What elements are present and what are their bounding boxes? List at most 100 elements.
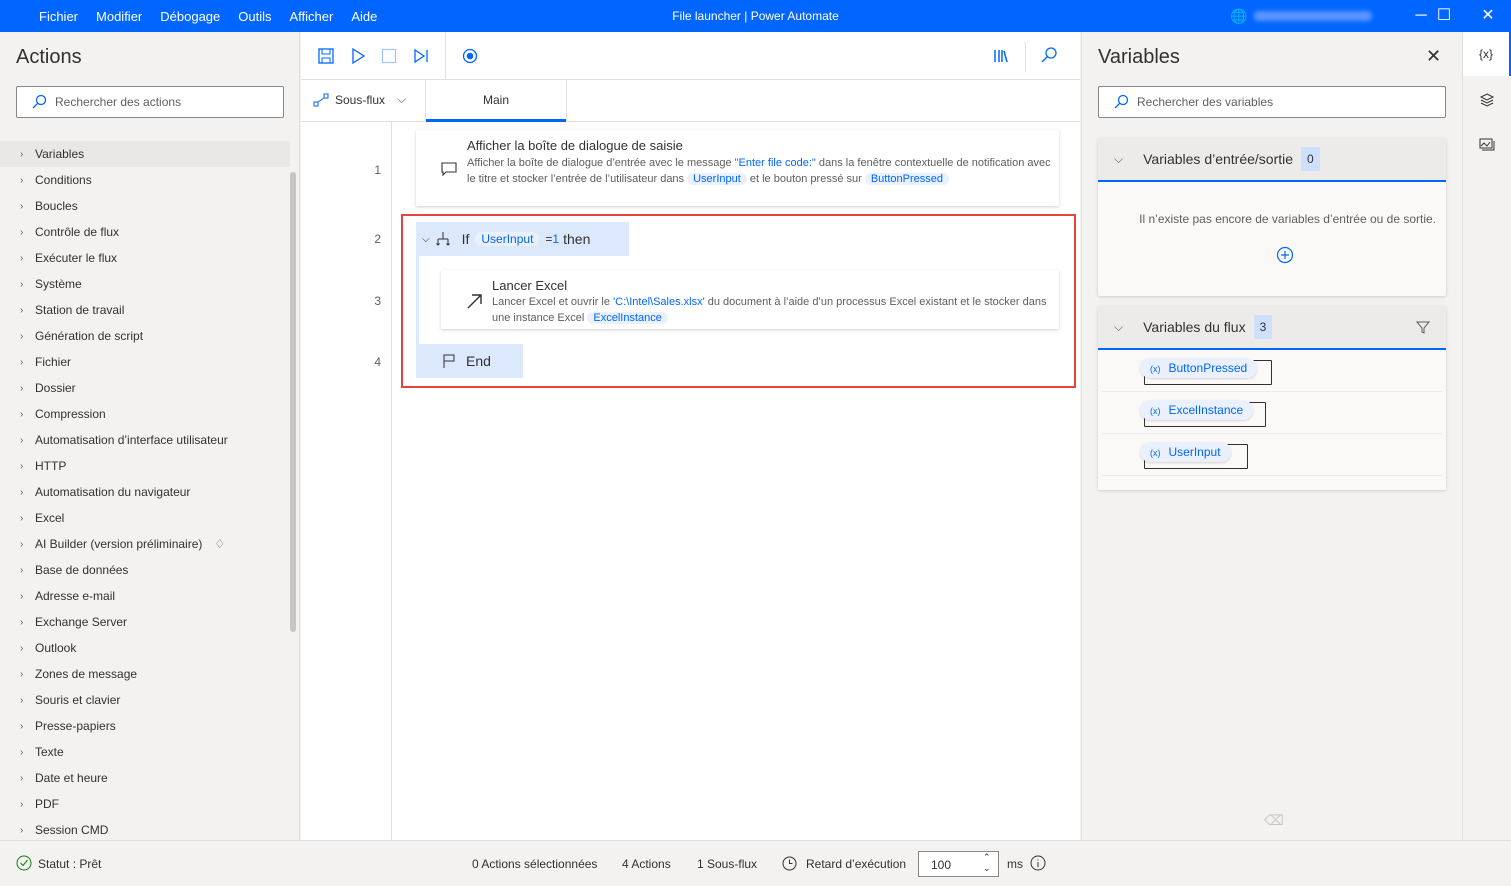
action-category[interactable]: › Exécuter le flux bbox=[0, 245, 290, 271]
action-step-if[interactable]: ⌵ If UserInput = 1 then bbox=[416, 222, 629, 256]
menu-outils[interactable]: Outils bbox=[229, 9, 280, 24]
action-category[interactable]: › Station de travail bbox=[0, 297, 290, 323]
filter-icon[interactable] bbox=[1416, 320, 1430, 334]
action-category[interactable]: › Date et heure bbox=[0, 765, 290, 791]
subflows-dropdown[interactable]: Sous-flux ⌵ bbox=[313, 92, 406, 107]
maximize-button[interactable]: ☐ bbox=[1421, 0, 1467, 32]
menu-aide[interactable]: Aide bbox=[342, 9, 386, 24]
chevron-right-icon: › bbox=[20, 486, 24, 498]
action-category[interactable]: › Automatisation du navigateur bbox=[0, 479, 290, 505]
tab-main[interactable]: Main bbox=[426, 80, 566, 122]
add-variable-icon[interactable] bbox=[1276, 246, 1294, 264]
variable-row[interactable]: (x) UserInput bbox=[1102, 434, 1442, 476]
action-category[interactable]: › HTTP bbox=[0, 453, 290, 479]
eraser-icon[interactable]: ⌫ bbox=[1264, 812, 1284, 829]
line-number: 3 bbox=[374, 294, 381, 308]
action-category[interactable]: › Outlook bbox=[0, 635, 290, 661]
line-number: 4 bbox=[374, 355, 381, 369]
flow-variables-header[interactable]: ⌵ Variables du flux 3 bbox=[1098, 306, 1446, 350]
action-category[interactable]: › Presse-papiers bbox=[0, 713, 290, 739]
action-category-label: HTTP bbox=[35, 459, 67, 473]
action-step-display-input-dialog[interactable]: Afficher la boîte de dialogue de saisie … bbox=[416, 130, 1059, 206]
run-next-icon[interactable] bbox=[411, 46, 431, 66]
action-category-label: Dossier bbox=[35, 381, 76, 395]
stepper-down-icon[interactable]: ⌄ bbox=[983, 863, 991, 874]
stepper-up-icon[interactable]: ⌃ bbox=[983, 852, 991, 863]
action-category[interactable]: › Base de données bbox=[0, 557, 290, 583]
menu-fichier[interactable]: Fichier bbox=[30, 9, 87, 24]
ui-elements-layers-icon[interactable] bbox=[1479, 92, 1495, 108]
action-category[interactable]: › PDF bbox=[0, 791, 290, 817]
chevron-down-icon[interactable]: ⌵ bbox=[1114, 152, 1123, 167]
action-category[interactable]: › Boucles bbox=[0, 193, 290, 219]
variable-icon: (x) bbox=[1150, 364, 1161, 374]
action-step-end[interactable]: End bbox=[416, 344, 523, 378]
status-text: Statut : Prêt bbox=[38, 857, 102, 871]
info-icon[interactable] bbox=[1030, 855, 1046, 871]
action-category[interactable]: › Excel bbox=[0, 505, 290, 531]
collapse-chevron-icon[interactable]: ⌵ bbox=[422, 234, 430, 245]
save-icon[interactable] bbox=[316, 46, 336, 66]
globe-icon: 🌐 bbox=[1230, 8, 1248, 24]
chevron-right-icon: › bbox=[20, 200, 24, 212]
literal-value: "Enter file code:" bbox=[734, 157, 816, 169]
variable-token[interactable]: ExcelInstance bbox=[587, 312, 668, 324]
assets-library-icon[interactable] bbox=[991, 46, 1011, 66]
line-number: 1 bbox=[374, 163, 381, 177]
chevron-right-icon: › bbox=[20, 304, 24, 316]
action-category[interactable]: › Souris et clavier bbox=[0, 687, 290, 713]
actions-panel: Actions Rechercher des actions › Variable… bbox=[0, 32, 300, 840]
action-category[interactable]: › Variables bbox=[0, 141, 290, 167]
run-icon[interactable] bbox=[348, 46, 368, 66]
step-title: Afficher la boîte de dialogue de saisie bbox=[467, 138, 683, 153]
action-step-launch-excel[interactable]: Lancer Excel Lancer Excel et ouvrir le '… bbox=[441, 270, 1059, 329]
action-category[interactable]: › Génération de script bbox=[0, 323, 290, 349]
stop-icon[interactable] bbox=[379, 46, 399, 66]
account-name-blurred[interactable] bbox=[1254, 11, 1372, 21]
variables-tab-icon[interactable]: {x} bbox=[1463, 32, 1511, 76]
action-category[interactable]: › Contrôle de flux bbox=[0, 219, 290, 245]
action-category[interactable]: › Compression bbox=[0, 401, 290, 427]
action-category-label: Automatisation du navigateur bbox=[35, 485, 191, 499]
images-icon[interactable] bbox=[1479, 136, 1495, 152]
action-category[interactable]: › Système bbox=[0, 271, 290, 297]
search-icon[interactable] bbox=[1039, 46, 1059, 66]
delay-stepper[interactable]: 100 ⌃ ⌄ bbox=[918, 851, 999, 877]
variable-pill[interactable]: (x) ExcelInstance bbox=[1140, 400, 1254, 420]
variable-token[interactable]: UserInput bbox=[475, 232, 540, 246]
variable-pill[interactable]: (x) UserInput bbox=[1140, 442, 1231, 462]
action-category-label: Boucles bbox=[35, 199, 78, 213]
variable-token[interactable]: UserInput bbox=[687, 173, 747, 185]
io-variables-header[interactable]: ⌵ Variables d’entrée/sortie 0 bbox=[1098, 138, 1446, 182]
close-panel-icon[interactable]: ✕ bbox=[1426, 46, 1441, 67]
tab-bar: Sous-flux ⌵ Main bbox=[301, 80, 1080, 122]
variable-token[interactable]: ButtonPressed bbox=[864, 173, 949, 185]
action-category[interactable]: › Zones de message bbox=[0, 661, 290, 687]
action-category[interactable]: › Conditions bbox=[0, 167, 290, 193]
divider bbox=[445, 32, 446, 80]
variable-pill[interactable]: (x) ButtonPressed bbox=[1140, 358, 1258, 378]
close-window-button[interactable]: ✕ bbox=[1465, 0, 1511, 32]
variable-row[interactable]: (x) ExcelInstance bbox=[1102, 392, 1442, 434]
chevron-right-icon: › bbox=[20, 798, 24, 810]
menu-afficher[interactable]: Afficher bbox=[281, 9, 343, 24]
end-keyword: End bbox=[466, 353, 491, 369]
variable-row[interactable]: (x) ButtonPressed bbox=[1102, 350, 1442, 392]
action-category[interactable]: › AI Builder (version préliminaire) ♢ bbox=[0, 531, 290, 557]
menu-modifier[interactable]: Modifier bbox=[87, 9, 151, 24]
action-category[interactable]: › Fichier bbox=[0, 349, 290, 375]
chevron-down-icon[interactable]: ⌵ bbox=[1114, 320, 1123, 335]
action-category[interactable]: › Texte bbox=[0, 739, 290, 765]
record-icon[interactable] bbox=[460, 46, 480, 66]
menu-debogage[interactable]: Débogage bbox=[151, 9, 229, 24]
action-category-label: Automatisation d’interface utilisateur bbox=[35, 433, 228, 447]
actions-search-input[interactable]: Rechercher des actions bbox=[16, 86, 284, 118]
chevron-right-icon: › bbox=[20, 278, 24, 290]
action-category[interactable]: › Exchange Server bbox=[0, 609, 290, 635]
action-category[interactable]: › Automatisation d’interface utilisateur bbox=[0, 427, 290, 453]
action-category[interactable]: › Dossier bbox=[0, 375, 290, 401]
delay-label: Retard d’exécution bbox=[806, 857, 907, 871]
variables-search-input[interactable]: Rechercher des variables bbox=[1098, 86, 1446, 118]
scrollbar[interactable] bbox=[290, 172, 296, 632]
action-category[interactable]: › Adresse e-mail bbox=[0, 583, 290, 609]
